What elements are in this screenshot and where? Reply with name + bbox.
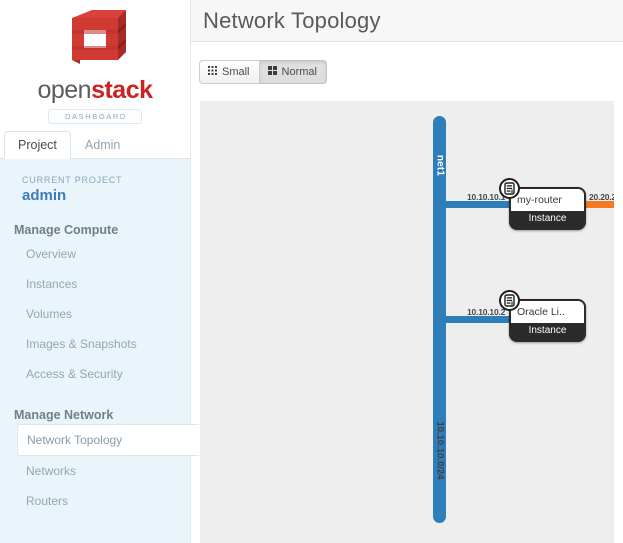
sidebar-tabs: Project Admin xyxy=(0,131,190,159)
sidebar-nav: CURRENT PROJECT admin Manage Compute Ove… xyxy=(0,159,199,543)
toolbar: Small Normal xyxy=(191,42,623,101)
edge-net1-router xyxy=(439,201,519,208)
page-header: Network Topology xyxy=(191,0,623,42)
small-view-button[interactable]: Small xyxy=(199,59,260,84)
ip-label-20-20-20-1: 20.20.20.1 xyxy=(589,192,614,202)
grid-normal-icon xyxy=(267,65,277,78)
sidebar-item-access-security[interactable]: Access & Security xyxy=(0,359,190,389)
brand-logo-area: openstack DASHBOARD xyxy=(0,0,190,131)
network-cidr-net1: 10.10.10.0/24 xyxy=(434,421,445,480)
topology-node-my-router[interactable]: my-router Instance xyxy=(499,178,586,230)
sidebar-item-networks[interactable]: Networks xyxy=(0,456,190,486)
current-project-label: CURRENT PROJECT xyxy=(22,175,123,185)
network-label-net1: net1 xyxy=(434,154,445,177)
dashboard-badge: DASHBOARD xyxy=(48,109,142,124)
node-type-label: Instance xyxy=(528,213,567,224)
server-instance-icon xyxy=(499,178,520,199)
sidebar: openstack DASHBOARD Project Admin CURREN… xyxy=(0,0,199,543)
view-size-button-group: Small Normal xyxy=(199,59,327,84)
wordmark-open: open xyxy=(37,76,92,104)
openstack-wordmark: openstack xyxy=(37,76,153,104)
sidebar-item-images-snapshots[interactable]: Images & Snapshots xyxy=(0,329,190,359)
wordmark-stack: stack xyxy=(91,76,153,104)
grid-small-icon xyxy=(208,65,217,78)
tab-admin[interactable]: Admin xyxy=(71,131,134,158)
topology-canvas[interactable]: net1 10.10.10.0/24 net2 20.20.20.0/24 10… xyxy=(200,101,614,543)
sidebar-item-routers[interactable]: Routers xyxy=(0,486,190,516)
edge-net1-instance xyxy=(439,316,519,323)
node-type-label: Instance xyxy=(528,325,567,336)
sidebar-item-network-topology[interactable]: Network Topology xyxy=(17,424,199,456)
server-instance-icon xyxy=(499,290,520,311)
normal-view-button[interactable]: Normal xyxy=(259,59,327,84)
ip-label-10-10-10-2: 10.10.10.2 xyxy=(467,307,506,317)
nav-group-manage-network: Manage Network xyxy=(14,408,114,422)
openstack-cube-logo-icon xyxy=(58,8,132,75)
page-title: Network Topology xyxy=(203,7,381,33)
tab-project[interactable]: Project xyxy=(4,131,71,159)
network-bar-net1[interactable]: net1 10.10.10.0/24 xyxy=(433,116,446,523)
nav-group-manage-compute: Manage Compute xyxy=(14,223,119,237)
sidebar-item-volumes[interactable]: Volumes xyxy=(0,299,190,329)
normal-view-button-label: Normal xyxy=(281,65,317,78)
topology-node-oracle-linux-1[interactable]: Oracle Li.. Instance xyxy=(499,290,586,342)
node-name-label: Oracle Li.. xyxy=(511,301,584,323)
edge-net2-router xyxy=(583,201,614,208)
sidebar-item-instances[interactable]: Instances xyxy=(0,269,190,299)
sidebar-item-overview[interactable]: Overview xyxy=(0,239,190,269)
current-project-name: admin xyxy=(22,187,67,204)
main-content: Network Topology Small Normal net1 10.10… xyxy=(190,0,623,543)
node-name-label: my-router xyxy=(511,189,584,211)
small-view-button-label: Small xyxy=(222,65,250,78)
openstack-dashboard: openstack DASHBOARD Project Admin CURREN… xyxy=(0,0,623,543)
